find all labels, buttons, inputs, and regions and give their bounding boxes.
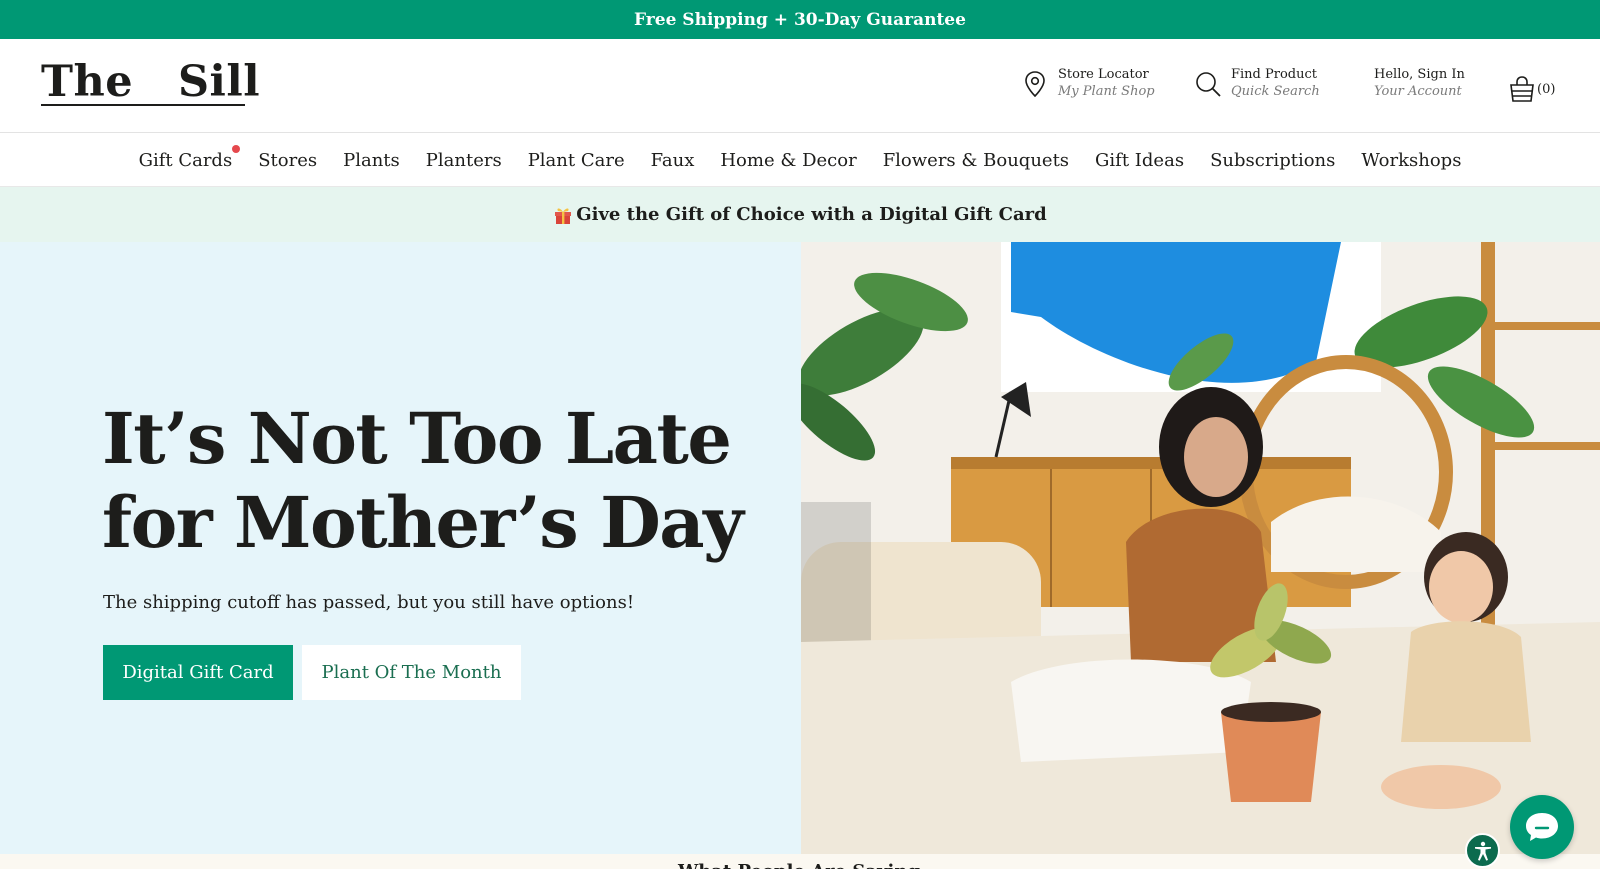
cart-count: (0) — [1537, 81, 1556, 97]
next-section-heading: What People Are Saying — [678, 861, 920, 869]
promo-text: Give the Gift of Choice with a Digital G… — [576, 204, 1047, 225]
map-pin-icon — [1025, 71, 1045, 98]
nav-item-plants[interactable]: Plants — [343, 150, 400, 171]
hero-title: It’s Not Too Late for Mother’s Day — [102, 397, 782, 565]
hero-image — [801, 242, 1600, 854]
digital-gift-card-button[interactable]: Digital Gift Card — [103, 645, 293, 700]
plant-of-the-month-button[interactable]: Plant Of The Month — [302, 645, 521, 700]
hero-subtitle: The shipping cutoff has passed, but you … — [103, 592, 635, 613]
chat-button[interactable] — [1510, 795, 1574, 859]
nav-item-planters[interactable]: Planters — [426, 150, 502, 171]
store-locator-link[interactable]: Store Locator My Plant Shop — [1020, 66, 1155, 106]
search-icon — [1196, 72, 1221, 97]
main-nav: Gift Cards Stores Plants Planters Plant … — [0, 134, 1600, 187]
nav-item-home-decor[interactable]: Home & Decor — [720, 150, 856, 171]
announcement-bar: Free Shipping + 30-Day Guarantee — [0, 0, 1600, 39]
hero-text-panel: It’s Not Too Late for Mother’s Day The s… — [0, 242, 801, 854]
nav-item-flowers-bouquets[interactable]: Flowers & Bouquets — [883, 150, 1069, 171]
account-title: Hello, Sign In — [1374, 67, 1465, 82]
nav-item-stores[interactable]: Stores — [258, 150, 317, 171]
hero-title-line-1: It’s Not Too Late — [102, 397, 732, 480]
logo-underline — [41, 104, 245, 106]
nav-item-subscriptions[interactable]: Subscriptions — [1210, 150, 1335, 171]
site-logo[interactable]: The Sill — [41, 57, 260, 107]
announcement-text: Free Shipping + 30-Day Guarantee — [634, 9, 966, 30]
store-locator-subtitle: My Plant Shop — [1058, 84, 1155, 99]
nav-item-gift-cards[interactable]: Gift Cards — [138, 144, 241, 171]
store-locator-title: Store Locator — [1058, 67, 1149, 82]
hero-photo-illustration — [801, 242, 1600, 854]
chat-bubble-icon — [1526, 813, 1558, 841]
logo-word-the: The — [41, 57, 134, 107]
find-product-link[interactable]: Find Product Quick Search — [1193, 66, 1320, 106]
gift-icon — [555, 208, 572, 224]
cart-button[interactable]: (0) — [1509, 69, 1555, 109]
nav-item-gift-ideas[interactable]: Gift Ideas — [1095, 150, 1184, 171]
site-header: The Sill Store Locator My Plant Shop Fin… — [0, 39, 1600, 133]
accessibility-icon — [1474, 841, 1491, 861]
nav-item-plant-care[interactable]: Plant Care — [528, 150, 625, 171]
nav-item-label: Gift Cards — [138, 149, 233, 171]
promo-banner[interactable]: Give the Gift of Choice with a Digital G… — [0, 187, 1600, 242]
nav-item-workshops[interactable]: Workshops — [1361, 150, 1461, 171]
account-link[interactable]: Hello, Sign In Your Account — [1374, 66, 1465, 106]
account-subtitle: Your Account — [1374, 84, 1462, 99]
next-section: What People Are Saying — [0, 854, 1600, 869]
nav-item-faux[interactable]: Faux — [651, 150, 695, 171]
hero-title-line-2: for Mother’s Day — [102, 481, 744, 564]
basket-icon — [1510, 76, 1534, 102]
logo-word-sill: Sill — [178, 57, 261, 107]
find-product-title: Find Product — [1231, 67, 1317, 82]
find-product-subtitle: Quick Search — [1231, 84, 1320, 99]
accessibility-button[interactable] — [1465, 833, 1500, 868]
hero-section: It’s Not Too Late for Mother’s Day The s… — [0, 242, 1600, 854]
new-badge-dot — [232, 144, 241, 153]
